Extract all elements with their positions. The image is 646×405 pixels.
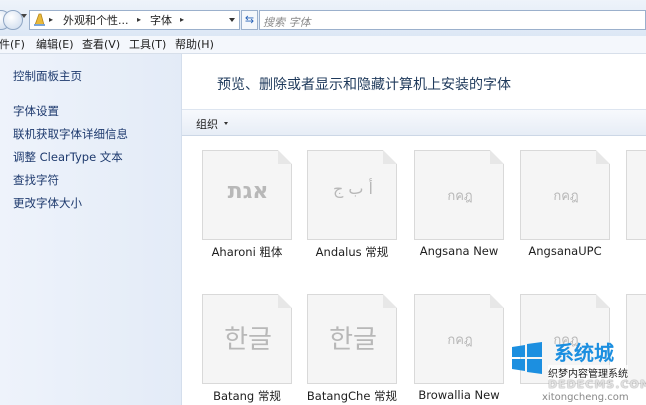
menu-edit[interactable]: 编辑(E)	[36, 38, 74, 51]
page-title: 预览、删除或者显示和隐藏计算机上安装的字体	[217, 77, 511, 93]
font-preview-page: أ ب ج	[307, 150, 397, 240]
font-tile[interactable]: กคฎ AngsanaUPC	[520, 147, 611, 258]
font-tile[interactable]: กคฎ Angsana New	[414, 147, 505, 258]
font-preview-page: 한글	[307, 294, 397, 384]
menu-file[interactable]: 文件(F)	[0, 38, 25, 51]
font-preview-glyph: 한글	[224, 325, 272, 355]
font-tile[interactable]: אגת Aharoni 粗体	[202, 150, 292, 259]
font-preview-glyph: กคฎ	[447, 333, 473, 348]
breadcrumb-separator-icon[interactable]: ▸	[180, 15, 184, 24]
font-settings-link[interactable]: 字体设置	[13, 104, 59, 118]
page-fold-icon	[383, 150, 397, 164]
windows-logo-icon	[512, 342, 542, 374]
watermark-line3: xitongcheng.com	[542, 392, 629, 403]
page-fold-icon	[490, 294, 504, 308]
font-preview-page: กคฎ	[414, 291, 505, 384]
font-tile[interactable]: กคฎ Browallia New	[414, 291, 505, 402]
menu-bar: 文件(F) 编辑(E) 查看(V) 工具(T) 帮助(H)	[0, 36, 646, 54]
font-preview-page: กคฎ	[520, 147, 611, 240]
address-history-dropdown-icon[interactable]	[229, 18, 235, 22]
recent-pages-dropdown-icon[interactable]	[21, 14, 27, 18]
font-tile[interactable]: أ ب ج Andalus 常规	[307, 150, 397, 259]
font-tile[interactable]: 한글 BatangChe 常规	[307, 294, 397, 403]
menu-view[interactable]: 查看(V)	[82, 38, 120, 51]
address-bar-strip: ▸ 外观和个性... ▸ 字体 ▸ ⇆ 搜索 字体	[0, 0, 646, 37]
page-fold-icon	[278, 150, 292, 164]
address-field[interactable]: ▸ 外观和个性... ▸ 字体 ▸	[29, 10, 240, 30]
menu-help[interactable]: 帮助(H)	[175, 38, 214, 51]
find-character-link[interactable]: 查找字符	[13, 173, 59, 187]
font-preview-glyph: กคฎ	[553, 189, 579, 204]
font-name: AngsanaUPC	[528, 244, 602, 258]
font-name: Browallia New	[418, 388, 500, 402]
page-fold-icon	[596, 294, 610, 308]
refresh-button[interactable]: ⇆	[241, 10, 258, 30]
watermark: 系统城 织梦内容管理系统 DEDECMS.COM xitongcheng.com	[506, 335, 646, 405]
menu-tools[interactable]: 工具(T)	[129, 38, 166, 51]
page-fold-icon	[383, 294, 397, 308]
breadcrumb-separator-icon[interactable]: ▸	[137, 15, 141, 24]
font-tile[interactable]: 한글 Batang 常规	[202, 294, 292, 403]
font-preview-glyph: أ ب ج	[332, 179, 373, 198]
search-placeholder: 搜索 字体	[263, 16, 311, 29]
get-font-info-online-link[interactable]: 联机获取字体详细信息	[13, 127, 128, 141]
control-panel-icon	[34, 13, 45, 26]
control-panel-home-link[interactable]: 控制面板主页	[13, 69, 82, 83]
page-fold-icon	[596, 150, 610, 164]
font-preview-glyph: กคฎ	[447, 189, 473, 204]
task-pane: 控制面板主页 字体设置 联机获取字体详细信息 调整 ClearType 文本 查…	[0, 54, 182, 405]
watermark-brand: 系统城	[554, 341, 614, 365]
font-tile-partial[interactable]	[626, 150, 646, 240]
font-preview-page: กคฎ	[414, 147, 505, 240]
breadcrumb-appearance[interactable]: 外观和个性...	[63, 14, 129, 27]
page-fold-icon	[490, 150, 504, 164]
change-font-size-link[interactable]: 更改字体大小	[13, 196, 82, 210]
breadcrumb-separator-icon: ▸	[49, 15, 54, 24]
command-bar: 组织	[182, 109, 646, 136]
adjust-cleartype-link[interactable]: 调整 ClearType 文本	[13, 150, 123, 164]
font-preview-page: אגת	[202, 150, 292, 240]
forward-button[interactable]	[3, 10, 23, 30]
search-input[interactable]: 搜索 字体	[259, 10, 646, 30]
font-preview-page: 한글	[202, 294, 292, 384]
page-fold-icon	[278, 294, 292, 308]
refresh-icon: ⇆	[244, 13, 255, 26]
font-preview-glyph: אגת	[227, 179, 269, 204]
font-preview-glyph: 한글	[329, 325, 377, 355]
organize-button[interactable]: 组织	[196, 116, 218, 132]
breadcrumb-fonts[interactable]: 字体	[150, 14, 172, 27]
organize-dropdown-icon[interactable]	[224, 122, 228, 125]
watermark-line2: DEDECMS.COM	[548, 378, 646, 391]
